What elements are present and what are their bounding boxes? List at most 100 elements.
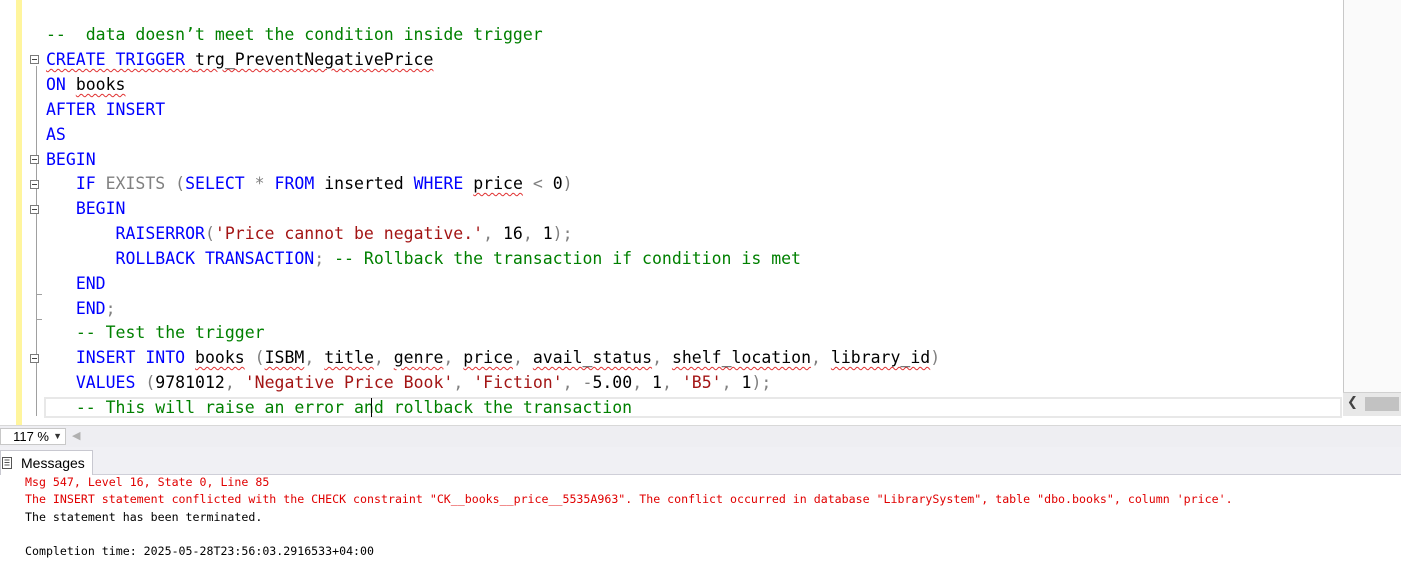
code-token: ); (552, 224, 573, 243)
code-token: price (463, 348, 513, 367)
outline-guide (36, 66, 37, 416)
code-line[interactable]: -- data doesn’t meet the condition insid… (46, 23, 543, 47)
code-token: -- data doesn’t meet the condition insid… (46, 25, 543, 44)
code-token: , (304, 348, 315, 367)
collapse-toggle-icon[interactable] (30, 180, 39, 189)
code-token: AFTER INSERT (46, 100, 166, 119)
code-token: ( (135, 373, 156, 392)
code-token: 'Price cannot be negative.' (214, 224, 484, 243)
code-token: 16 (493, 224, 523, 243)
code-line[interactable]: END; (46, 297, 116, 321)
scroll-thumb[interactable] (1365, 397, 1399, 411)
code-token: , (453, 373, 464, 392)
code-line[interactable]: -- This will raise an error and rollback… (46, 396, 632, 420)
code-token: , (224, 373, 235, 392)
collapse-toggle-icon[interactable] (30, 205, 39, 214)
code-token: 9781012 (155, 373, 225, 392)
code-token: IF (75, 174, 96, 193)
code-token: VALUES (75, 373, 136, 392)
code-line[interactable]: AFTER INSERT (46, 98, 165, 122)
code-token: -- Rollback the transaction if condition… (324, 249, 801, 268)
scroll-left-icon[interactable]: ❮ (1347, 395, 1358, 410)
collapse-toggle-icon[interactable] (30, 55, 39, 64)
messages-icon (2, 457, 12, 469)
outline-guide-tick (36, 294, 42, 295)
collapse-toggle-icon[interactable] (30, 354, 39, 363)
code-line[interactable]: CREATE TRIGGER trg_PreventNegativePrice (46, 48, 433, 72)
code-line[interactable]: VALUES (9781012, 'Negative Price Book', … (46, 371, 772, 395)
code-line[interactable]: BEGIN (46, 197, 126, 221)
code-token: END (75, 299, 106, 318)
code-token: avail_status (532, 348, 653, 367)
code-line[interactable]: AS (46, 123, 66, 147)
code-token: books (75, 75, 126, 94)
zoom-bar: 117 % ▼ ◀ (0, 425, 1401, 448)
code-line[interactable]: -- Test the trigger (46, 321, 265, 345)
code-token: CREATE TRIGGER (46, 50, 186, 69)
chevron-down-icon[interactable]: ▼ (53, 429, 62, 444)
selection-margin[interactable] (0, 0, 16, 425)
code-token: shelf_location (671, 348, 812, 367)
error-message-detail: The INSERT statement conflicted with the… (25, 492, 1233, 506)
code-token: WHERE (413, 174, 464, 193)
zoom-select[interactable]: 117 % ▼ (0, 428, 66, 445)
code-token: SELECT (185, 174, 245, 193)
tab-messages[interactable]: Messages (0, 450, 93, 475)
code-token: books (195, 348, 245, 367)
code-token: , (373, 348, 384, 367)
code-line[interactable]: RAISERROR('Price cannot be negative.', 1… (46, 222, 573, 246)
code-line[interactable]: ON books (46, 73, 125, 97)
code-token: , (562, 373, 573, 392)
code-token: , (522, 224, 533, 243)
code-token: -- Test the trigger (75, 323, 265, 342)
code-token: , (811, 348, 821, 367)
error-message-header: Msg 547, Level 16, State 0, Line 85 (25, 475, 270, 489)
code-token: - (582, 373, 593, 392)
code-token: ); (751, 373, 772, 392)
code-line[interactable]: ROLLBACK TRANSACTION; -- Rollback the tr… (46, 247, 801, 271)
code-token: < (532, 174, 543, 193)
code-token: ) (562, 174, 573, 193)
code-token: 1 (642, 373, 662, 392)
code-token: 1 (731, 373, 752, 392)
code-token: inserted (314, 174, 414, 193)
text-caret (371, 398, 372, 417)
code-line[interactable]: INSERT INTO books (ISBM, title, genre, p… (46, 346, 940, 370)
code-token: 1 (532, 224, 553, 243)
messages-pane[interactable]: Msg 547, Level 16, State 0, Line 85 The … (0, 475, 1401, 588)
code-line[interactable]: BEGIN (46, 148, 96, 172)
code-token: 5.00 (592, 373, 633, 392)
vertical-scroll-area[interactable] (1343, 0, 1401, 415)
collapse-toggle-icon[interactable] (30, 155, 39, 164)
code-token: title (324, 348, 374, 367)
code-line[interactable]: END (46, 272, 106, 296)
tab-messages-label: Messages (21, 455, 85, 471)
completion-time: Completion time: 2025-05-28T23:56:03.291… (25, 544, 375, 558)
scroll-left-icon[interactable]: ◀ (72, 429, 80, 442)
code-token: INSERT INTO (75, 348, 186, 367)
horizontal-scrollbar[interactable]: ❮ (1343, 392, 1401, 416)
code-line[interactable]: IF EXISTS (SELECT * FROM inserted WHERE … (46, 172, 573, 196)
outline-guide-tick (36, 319, 42, 320)
code-token: 'Negative Price Book' (244, 373, 454, 392)
query-editor[interactable]: -- data doesn’t meet the condition insid… (0, 0, 1343, 425)
code-token: trg_PreventNegativePrice (195, 50, 434, 69)
